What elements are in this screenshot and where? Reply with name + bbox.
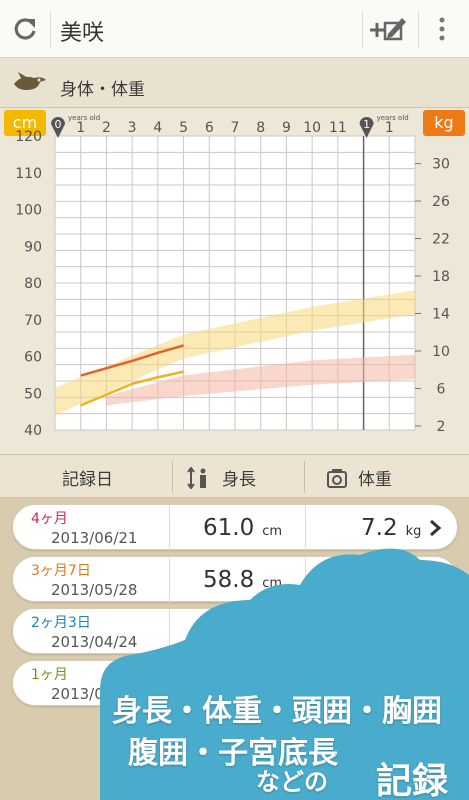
- height-unit: cm: [262, 524, 283, 539]
- y-left-tick-label: 100: [15, 203, 42, 219]
- record-weight: 6.5 kg: [361, 567, 421, 593]
- record-height: 58.8 cm: [203, 567, 282, 593]
- growth-chart[interactable]: 1 2 3 4 5 6 7 8 9 10 11 10 years old 1 years old120110…: [0, 108, 469, 454]
- divider: [169, 609, 170, 655]
- year-marker-caption: years old: [68, 114, 100, 122]
- record-age: 3ヶ月7日: [31, 563, 91, 579]
- y-left-tick-label: 80: [24, 276, 42, 292]
- y-left-tick-label: 110: [15, 166, 42, 182]
- divider: [418, 10, 419, 48]
- x-tick-label: 3: [128, 120, 137, 136]
- promo-line-3a: などの: [256, 768, 328, 796]
- record-date: 2013/04/24: [51, 633, 138, 651]
- promo-line-3b: 記録: [376, 761, 449, 800]
- year-marker-caption: years old: [377, 114, 409, 122]
- add-edit-icon[interactable]: [368, 14, 408, 44]
- y-left-tick-label: 90: [24, 239, 42, 255]
- y-right-tick-label: 2: [437, 419, 446, 435]
- record-age: 4ヶ月: [31, 511, 68, 527]
- x-tick-label: 8: [256, 120, 265, 136]
- height-value: 56.3: [203, 619, 255, 645]
- x-tick-label: 5: [179, 120, 188, 136]
- section-title: 身体・体重: [60, 80, 145, 100]
- chevron-right-icon: [430, 519, 442, 537]
- y-right-tick-label: 30: [432, 157, 450, 173]
- divider: [305, 505, 306, 551]
- y-right-tick-label: 18: [432, 269, 450, 285]
- overflow-menu-icon[interactable]: [432, 12, 452, 46]
- height-value: 58.8: [203, 567, 255, 593]
- record-date: 2013/06/21: [51, 529, 138, 547]
- record-height: 56.3: [203, 619, 254, 645]
- y-right-tick-label: 22: [432, 232, 450, 248]
- table-header: 記録日 身長 体重: [0, 454, 469, 498]
- scale-icon: [327, 469, 347, 488]
- height-unit: cm: [262, 576, 283, 591]
- col-weight-header: 体重: [358, 470, 392, 490]
- record-date: 2013/0: [51, 685, 104, 703]
- x-tick-label: 4: [153, 120, 162, 136]
- y-right-tick-label: 6: [437, 381, 446, 397]
- divider: [169, 505, 170, 551]
- y-left-tick-label: 60: [24, 350, 42, 366]
- weight-unit: kg: [405, 576, 422, 591]
- y-left-tick-label: 70: [24, 313, 42, 329]
- weight-value: 6.5: [361, 567, 398, 593]
- record-weight: 7.2 kg: [361, 515, 421, 541]
- page-title: 美咲: [60, 21, 105, 46]
- divider: [305, 609, 306, 655]
- record-age: 2ヶ月3日: [31, 615, 91, 631]
- refresh-icon[interactable]: [10, 14, 40, 44]
- x-tick-label: 10: [303, 120, 321, 136]
- app-bar: 美咲: [0, 0, 469, 58]
- record-row[interactable]: 4ヶ月 2013/06/21 61.0 cm 7.2 kg: [12, 504, 458, 551]
- divider: [172, 461, 173, 493]
- divider: [362, 10, 363, 48]
- year-marker-value: 0: [55, 118, 62, 131]
- divider: [305, 557, 306, 603]
- height-icon: [187, 467, 206, 489]
- col-height-header: 身長: [222, 470, 256, 490]
- col-date-header: 記録日: [62, 470, 113, 490]
- divider: [169, 557, 170, 603]
- promo-line-1: 身長・体重・頭囲・胸囲: [112, 694, 442, 729]
- divider: [304, 461, 305, 493]
- x-tick-label: 1: [385, 120, 394, 136]
- bird-icon: [14, 72, 46, 90]
- weight-value: 7.2: [361, 515, 398, 541]
- chevron-right-icon: [430, 571, 442, 589]
- y-left-tick-label: 50: [24, 386, 42, 402]
- x-tick-label: 9: [282, 120, 291, 136]
- year-marker-value: 1: [363, 118, 370, 131]
- y-right-tick-label: 14: [432, 307, 450, 323]
- x-tick-label: 11: [329, 120, 347, 136]
- y-left-tick-label: 120: [15, 129, 42, 145]
- section-header: 身体・体重: [0, 58, 469, 108]
- x-tick-label: 1: [76, 120, 85, 136]
- y-right-tick-label: 10: [432, 344, 450, 360]
- weight-unit: kg: [405, 524, 422, 539]
- y-right-tick-label: 26: [432, 194, 450, 210]
- height-value: 61.0: [203, 515, 255, 541]
- record-date: 2013/05/28: [51, 581, 138, 599]
- record-age: 1ヶ月: [31, 667, 68, 683]
- y-left-tick-label: 40: [24, 423, 42, 439]
- record-row[interactable]: 2ヶ月3日 2013/04/24 56.3: [12, 608, 458, 655]
- record-height: 61.0 cm: [203, 515, 282, 541]
- x-tick-label: 2: [102, 120, 111, 136]
- divider: [50, 10, 51, 48]
- record-row[interactable]: 3ヶ月7日 2013/05/28 58.8 cm 6.5 kg: [12, 556, 458, 603]
- x-tick-label: 7: [231, 120, 240, 136]
- x-tick-label: 6: [205, 120, 214, 136]
